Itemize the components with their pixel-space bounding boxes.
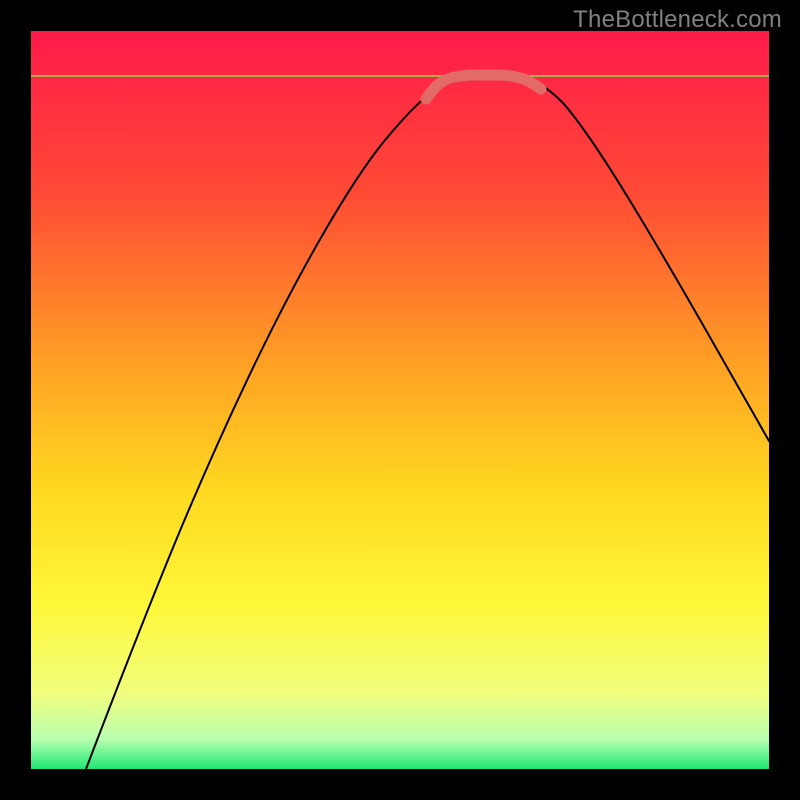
watermark-text: TheBottleneck.com bbox=[573, 6, 782, 34]
chart-stage: TheBottleneck.com bbox=[0, 0, 800, 800]
plot-area bbox=[31, 31, 769, 769]
bottleneck-chart bbox=[0, 0, 800, 800]
